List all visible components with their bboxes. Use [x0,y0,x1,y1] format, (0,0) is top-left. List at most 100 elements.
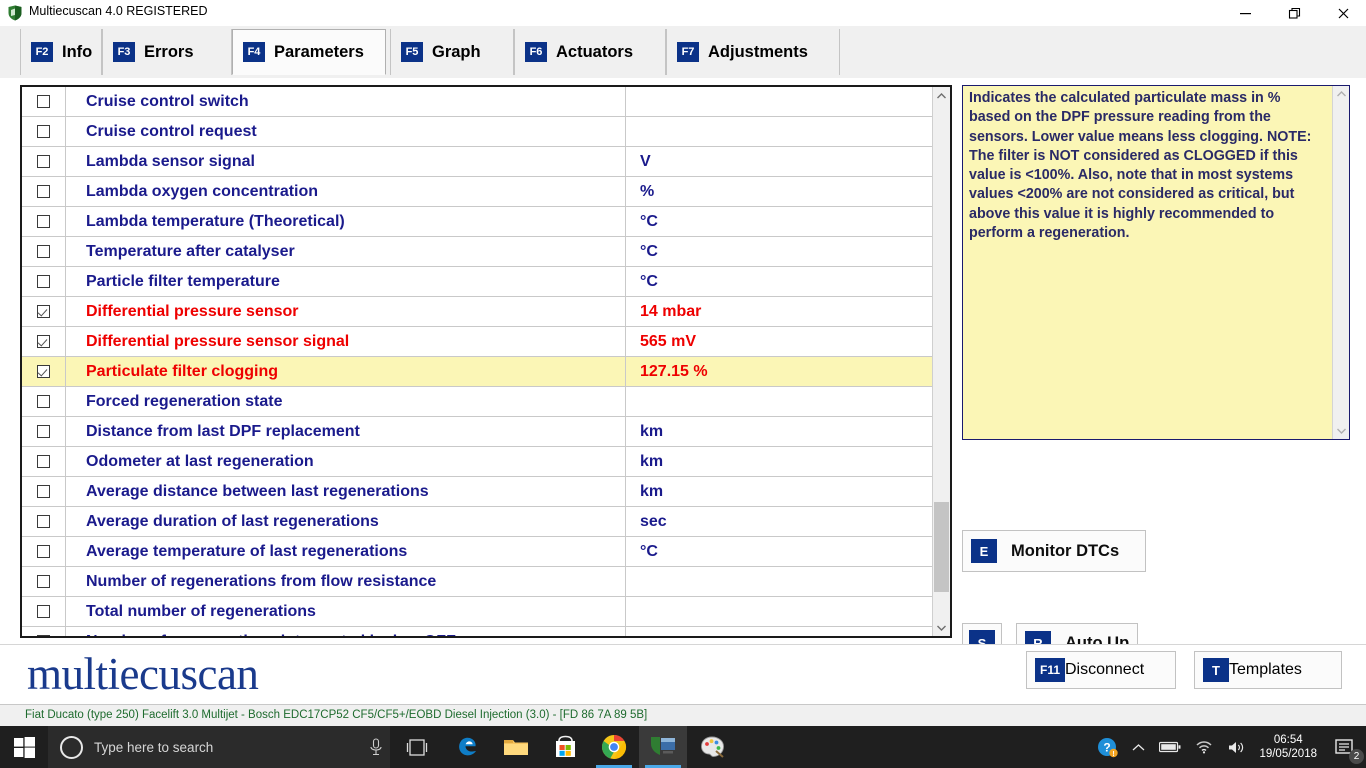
edge-icon[interactable] [443,726,491,768]
maximize-button[interactable] [1271,0,1317,26]
parameter-description-panel: Indicates the calculated particulate mas… [962,85,1350,440]
parameter-checkbox-cell[interactable] [22,357,66,386]
table-row[interactable]: Total number of regenerations [22,597,934,627]
help-circle-icon[interactable]: ? ! [1090,726,1125,768]
checkbox-unchecked-icon[interactable] [37,155,50,168]
parameter-checkbox-cell[interactable] [22,447,66,476]
table-row[interactable]: Cruise control switch [22,87,934,117]
parameter-checkbox-cell[interactable] [22,267,66,296]
scroll-up-arrow-icon[interactable] [933,87,950,104]
paint-icon[interactable] [688,726,736,768]
tab-actuators[interactable]: F6 Actuators [514,29,666,75]
checkbox-unchecked-icon[interactable] [37,245,50,258]
parameter-checkbox-cell[interactable] [22,477,66,506]
table-row[interactable]: Cruise control request [22,117,934,147]
checkbox-unchecked-icon[interactable] [37,125,50,138]
wifi-icon[interactable] [1188,726,1220,768]
chrome-icon[interactable] [590,726,638,768]
checkbox-unchecked-icon[interactable] [37,185,50,198]
parameter-checkbox-cell[interactable] [22,537,66,566]
close-button[interactable] [1320,0,1366,26]
scroll-down-arrow-icon[interactable] [933,619,950,636]
parameter-name-cell: Cruise control switch [66,87,626,116]
checkbox-unchecked-icon[interactable] [37,425,50,438]
parameter-checkbox-cell[interactable] [22,87,66,116]
desc-scroll-up-arrow-icon[interactable] [1333,86,1349,102]
checkbox-unchecked-icon[interactable] [37,455,50,468]
search-input[interactable]: Type here to search [48,726,390,768]
checkbox-unchecked-icon[interactable] [37,575,50,588]
minimize-button[interactable] [1222,0,1268,26]
table-row[interactable]: Average temperature of last regeneration… [22,537,934,567]
tab-info[interactable]: F2 Info [20,29,102,75]
parameter-value: 14 mbar [640,303,701,321]
checkbox-unchecked-icon[interactable] [37,635,50,636]
disconnect-button[interactable]: F11 Disconnect [1026,651,1176,689]
monitor-dtcs-button[interactable]: E Monitor DTCs [962,530,1146,572]
checkbox-checked-icon[interactable] [37,365,50,378]
parameter-checkbox-cell[interactable] [22,507,66,536]
tab-errors[interactable]: F3 Errors [102,29,232,75]
scrollbar-thumb[interactable] [934,502,949,592]
checkbox-unchecked-icon[interactable] [37,395,50,408]
table-row[interactable]: Forced regeneration state [22,387,934,417]
parameter-checkbox-cell[interactable] [22,117,66,146]
parameter-checkbox-cell[interactable] [22,567,66,596]
table-row[interactable]: Lambda oxygen concentration% [22,177,934,207]
volume-icon[interactable] [1220,726,1253,768]
explorer-icon[interactable] [492,726,540,768]
parameter-checkbox-cell[interactable] [22,597,66,626]
table-row[interactable]: Distance from last DPF replacementkm [22,417,934,447]
checkbox-checked-icon[interactable] [37,335,50,348]
table-row[interactable]: Number of regenerations interrupted by k… [22,627,934,636]
parameter-checkbox-cell[interactable] [22,177,66,206]
tab-graph[interactable]: F5 Graph [390,29,514,75]
store-icon[interactable] [541,726,589,768]
templates-button[interactable]: T Templates [1194,651,1342,689]
table-row[interactable]: Particulate filter clogging127.15 % [22,357,934,387]
parameter-name: Odometer at last regeneration [86,453,314,471]
table-row[interactable]: Differential pressure sensor14 mbar [22,297,934,327]
parameter-checkbox-cell[interactable] [22,627,66,636]
table-row[interactable]: Odometer at last regenerationkm [22,447,934,477]
table-row[interactable]: Lambda sensor signalV [22,147,934,177]
table-row[interactable]: Temperature after catalyser°C [22,237,934,267]
monitor-dtcs-label: Monitor DTCs [1011,542,1119,561]
chevron-up-icon[interactable] [1125,726,1152,768]
notifications-icon[interactable]: 2 [1327,726,1366,768]
checkbox-unchecked-icon[interactable] [37,605,50,618]
multiecuscan-icon[interactable] [639,726,687,768]
checkbox-unchecked-icon[interactable] [37,215,50,228]
desc-scroll-down-arrow-icon[interactable] [1333,423,1349,439]
parameter-value: % [640,183,654,201]
checkbox-unchecked-icon[interactable] [37,515,50,528]
table-row[interactable]: Differential pressure sensor signal565 m… [22,327,934,357]
parameter-checkbox-cell[interactable] [22,387,66,416]
checkbox-unchecked-icon[interactable] [37,275,50,288]
tab-parameters[interactable]: F4 Parameters [232,29,386,75]
table-row[interactable]: Particle filter temperature°C [22,267,934,297]
tab-adjustments[interactable]: F7 Adjustments [666,29,840,75]
parameter-checkbox-cell[interactable] [22,417,66,446]
parameter-checkbox-cell[interactable] [22,327,66,356]
fkey-badge-f3: F3 [113,42,135,62]
table-row[interactable]: Number of regenerations from flow resist… [22,567,934,597]
checkbox-unchecked-icon[interactable] [37,485,50,498]
start-button[interactable] [0,726,48,768]
parameter-rows-viewport[interactable]: Cruise control switchCruise control requ… [22,87,934,636]
parameter-checkbox-cell[interactable] [22,297,66,326]
task-view-icon[interactable] [393,726,441,768]
parameter-checkbox-cell[interactable] [22,147,66,176]
description-scrollbar[interactable] [1332,86,1349,439]
table-row[interactable]: Lambda temperature (Theoretical)°C [22,207,934,237]
parameter-checkbox-cell[interactable] [22,237,66,266]
checkbox-unchecked-icon[interactable] [37,95,50,108]
table-row[interactable]: Average distance between last regenerati… [22,477,934,507]
checkbox-checked-icon[interactable] [37,305,50,318]
checkbox-unchecked-icon[interactable] [37,545,50,558]
table-row[interactable]: Average duration of last regenerationsse… [22,507,934,537]
clock[interactable]: 06:54 19/05/2018 [1253,733,1327,761]
parameter-checkbox-cell[interactable] [22,207,66,236]
parameter-table-scrollbar[interactable] [932,87,950,636]
battery-icon[interactable] [1152,726,1188,768]
